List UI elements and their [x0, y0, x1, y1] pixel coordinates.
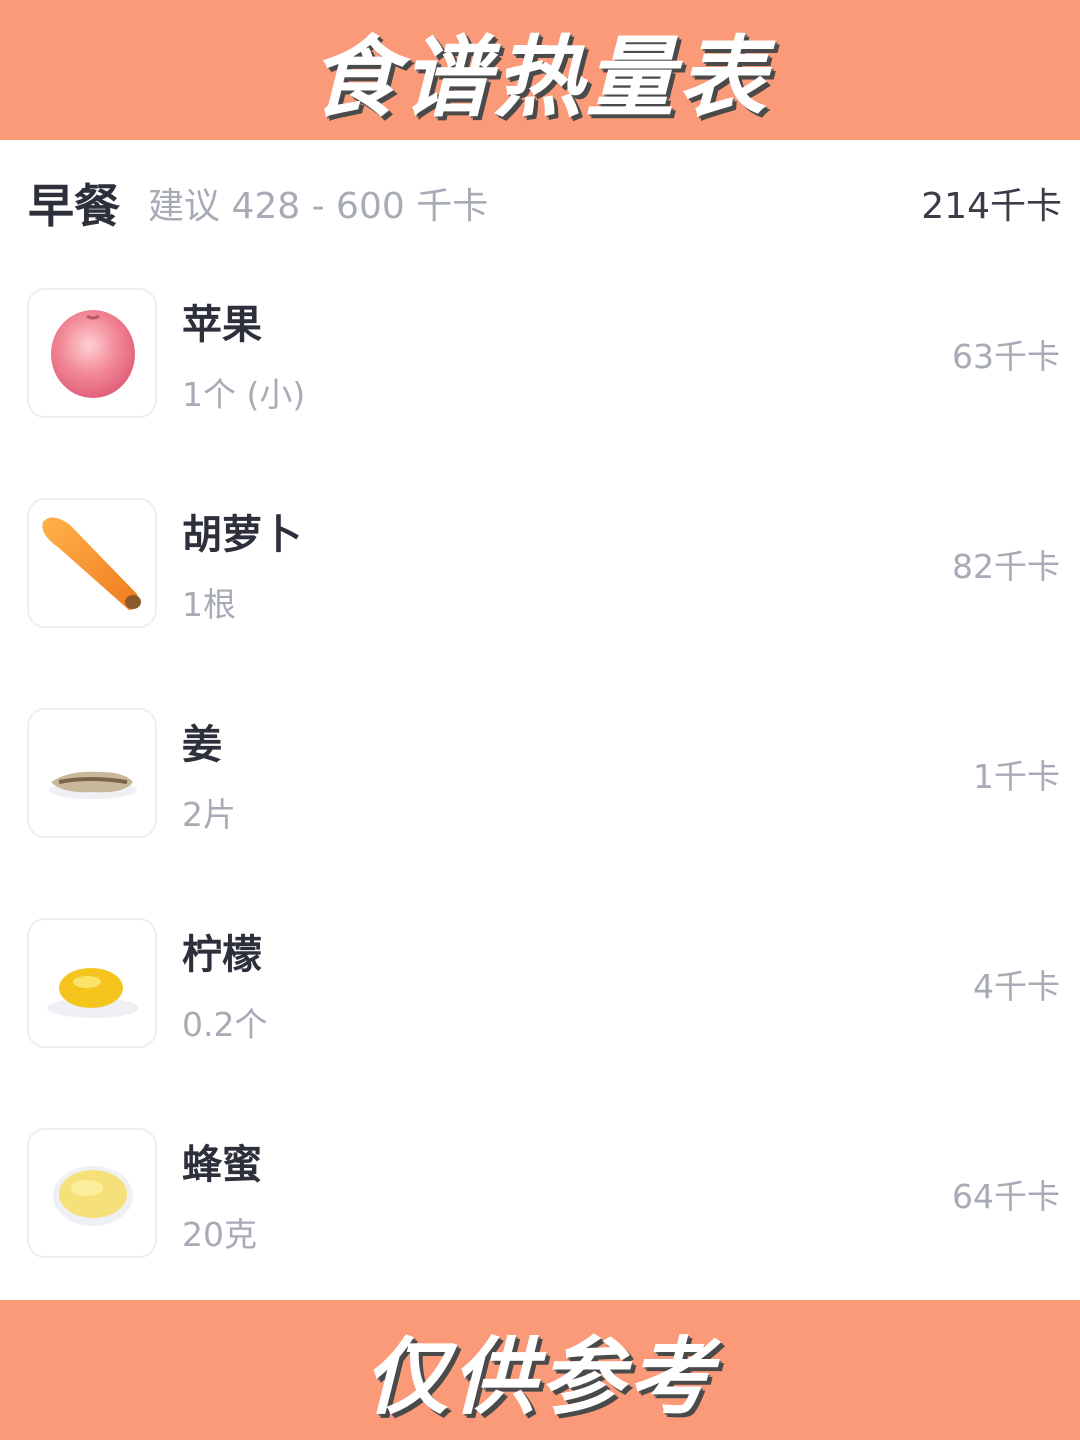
- meal-suggestion: 建议 428 - 600 千卡: [148, 186, 489, 227]
- food-item-ginger[interactable]: 姜 2片 1千卡: [0, 704, 1080, 914]
- food-kcal: 4千卡: [973, 967, 1060, 1006]
- footer-banner: 仅供参考: [0, 1300, 1080, 1440]
- food-name: 姜: [182, 722, 222, 768]
- apple-icon: [27, 288, 157, 418]
- title-banner: 食谱热量表: [0, 0, 1080, 140]
- lemon-icon: [27, 918, 157, 1048]
- food-item-carrot[interactable]: 胡萝卜 1根 82千卡: [0, 494, 1080, 704]
- food-amount: 0.2个: [182, 1005, 268, 1044]
- food-item-apple[interactable]: 苹果 1个 (小) 63千卡: [0, 284, 1080, 494]
- meal-name: 早餐: [28, 179, 120, 233]
- meal-total-kcal: 214千卡: [921, 186, 1062, 227]
- food-amount: 2片: [182, 795, 236, 834]
- footer-note: 仅供参考: [363, 1327, 716, 1426]
- food-amount: 20克: [182, 1215, 257, 1254]
- food-kcal: 64千卡: [952, 1177, 1060, 1216]
- honey-icon: [27, 1128, 157, 1258]
- food-kcal: 82千卡: [952, 547, 1060, 586]
- food-name: 胡萝卜: [182, 512, 302, 558]
- ginger-icon: [27, 708, 157, 838]
- food-amount: 1个 (小): [182, 375, 306, 414]
- food-name: 柠檬: [182, 932, 262, 978]
- food-amount: 1根: [182, 585, 236, 624]
- page-title: 食谱热量表: [309, 25, 770, 129]
- carrot-icon: [27, 498, 157, 628]
- food-item-lemon[interactable]: 柠檬 0.2个 4千卡: [0, 914, 1080, 1124]
- food-list: 苹果 1个 (小) 63千卡 胡萝卜 1根 82千卡 姜 2片 1千卡 柠檬 0…: [0, 284, 1080, 1334]
- food-name: 苹果: [182, 302, 262, 348]
- meal-header[interactable]: 早餐 建议 428 - 600 千卡 214千卡: [28, 168, 1062, 238]
- food-kcal: 63千卡: [952, 337, 1060, 376]
- food-kcal: 1千卡: [973, 757, 1060, 796]
- food-name: 蜂蜜: [182, 1142, 262, 1188]
